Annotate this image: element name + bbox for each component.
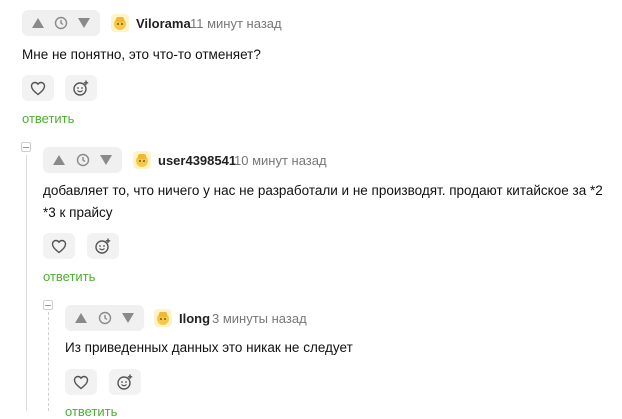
add-reaction-button[interactable] — [87, 233, 119, 259]
reply-link[interactable]: ответить — [65, 404, 117, 419]
upvote-icon[interactable] — [30, 15, 46, 31]
vote-widget — [65, 305, 144, 331]
comment-time[interactable]: 10 минут назад — [234, 153, 327, 168]
user-avatar[interactable] — [133, 151, 151, 169]
downvote-icon[interactable] — [76, 15, 92, 31]
reply-link[interactable]: ответить — [43, 269, 95, 284]
user-avatar[interactable] — [154, 309, 172, 327]
heart-icon — [30, 81, 46, 95]
thread-line[interactable] — [48, 312, 50, 411]
comment-text: добавляет то, что ничего у нас не разраб… — [43, 183, 603, 220]
user-avatar[interactable] — [111, 14, 129, 32]
upvote-icon[interactable] — [51, 152, 67, 168]
comment-text: Из приведенных данных это никак не следу… — [65, 340, 353, 355]
comment-time[interactable]: 11 минут назад — [190, 16, 282, 31]
comment-author[interactable]: Ilong — [179, 311, 210, 326]
like-button[interactable] — [65, 369, 97, 395]
add-reaction-button[interactable] — [109, 369, 141, 395]
comment-text: Мне не понятно, это что-то отменяет? — [22, 47, 261, 62]
clock-icon[interactable] — [97, 310, 113, 326]
upvote-icon[interactable] — [73, 310, 89, 326]
add-emoji-icon — [95, 238, 111, 254]
heart-icon — [73, 375, 89, 389]
clock-icon[interactable] — [53, 15, 69, 31]
like-button[interactable] — [43, 233, 75, 259]
collapse-thread-button[interactable] — [43, 300, 53, 310]
downvote-icon[interactable] — [120, 310, 136, 326]
collapse-thread-button[interactable] — [21, 142, 31, 152]
comment-time[interactable]: 3 минуты назад — [212, 311, 307, 326]
downvote-icon[interactable] — [98, 152, 114, 168]
reply-link[interactable]: ответить — [22, 111, 74, 126]
comment-author[interactable]: user4398541 — [158, 153, 236, 168]
like-button[interactable] — [22, 75, 54, 101]
add-reaction-button[interactable] — [65, 75, 97, 101]
thread-line[interactable] — [26, 155, 27, 411]
vote-widget — [22, 10, 100, 36]
heart-icon — [51, 239, 67, 253]
add-emoji-icon — [117, 374, 133, 390]
comment-author[interactable]: Vilorama — [136, 16, 191, 31]
vote-widget — [43, 147, 122, 173]
add-emoji-icon — [73, 80, 89, 96]
clock-icon[interactable] — [75, 152, 91, 168]
